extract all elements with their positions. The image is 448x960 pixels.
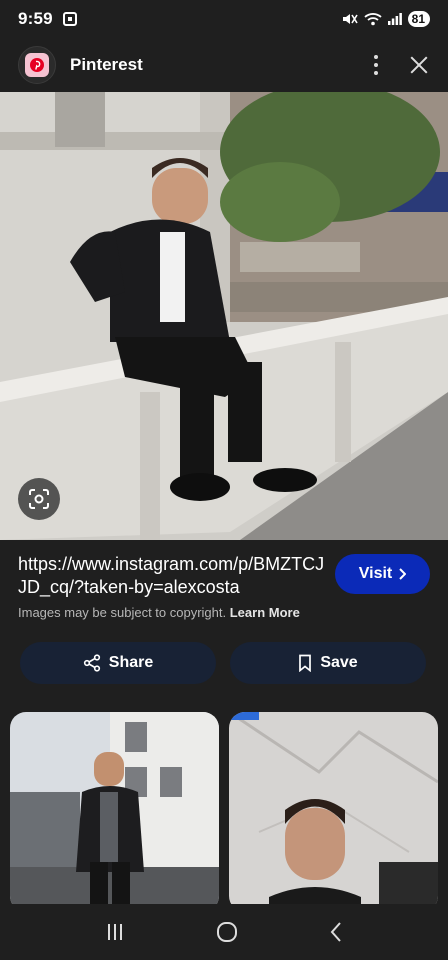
source-url: https://www.instagram.com/p/BMZTCJJD_cq/… bbox=[18, 554, 325, 597]
share-button[interactable]: Share bbox=[20, 642, 216, 684]
close-icon[interactable] bbox=[408, 54, 430, 76]
status-time: 9:59 bbox=[18, 9, 53, 28]
battery-icon: 81 bbox=[407, 11, 430, 27]
copyright-text: Images may be subject to copyright. bbox=[18, 605, 227, 620]
recent-apps-icon[interactable] bbox=[105, 922, 125, 942]
main-image[interactable] bbox=[0, 92, 448, 540]
chevron-right-icon bbox=[399, 568, 407, 580]
copyright-notice: Images may be subject to copyright. Lear… bbox=[18, 605, 300, 620]
share-label: Share bbox=[108, 654, 154, 671]
mute-icon bbox=[342, 14, 358, 24]
save-label: Save bbox=[320, 654, 358, 671]
app-title: Pinterest bbox=[70, 55, 143, 74]
wifi-icon bbox=[364, 13, 382, 26]
share-icon bbox=[83, 654, 100, 672]
learn-more-link[interactable]: Learn More bbox=[230, 605, 300, 620]
screenshot-icon bbox=[62, 12, 77, 26]
system-nav-bar bbox=[0, 904, 448, 960]
status-bar: 9:59 81 bbox=[0, 0, 448, 38]
visit-button[interactable]: Visit bbox=[335, 554, 430, 594]
signal-icon bbox=[387, 13, 402, 25]
save-button[interactable]: Save bbox=[230, 642, 426, 684]
back-icon[interactable] bbox=[329, 921, 343, 943]
home-icon[interactable] bbox=[216, 921, 238, 943]
visit-label: Visit bbox=[358, 565, 393, 582]
more-vert-icon[interactable] bbox=[374, 55, 378, 75]
status-icons: 81 bbox=[342, 11, 430, 27]
related-image-2[interactable] bbox=[229, 712, 438, 912]
lens-search-icon[interactable] bbox=[18, 478, 60, 520]
bookmark-icon bbox=[299, 654, 312, 672]
app-header: Pinterest bbox=[0, 38, 448, 92]
battery-level: 81 bbox=[411, 12, 425, 26]
pinterest-logo-icon bbox=[18, 46, 56, 84]
related-image-1[interactable] bbox=[10, 712, 219, 912]
